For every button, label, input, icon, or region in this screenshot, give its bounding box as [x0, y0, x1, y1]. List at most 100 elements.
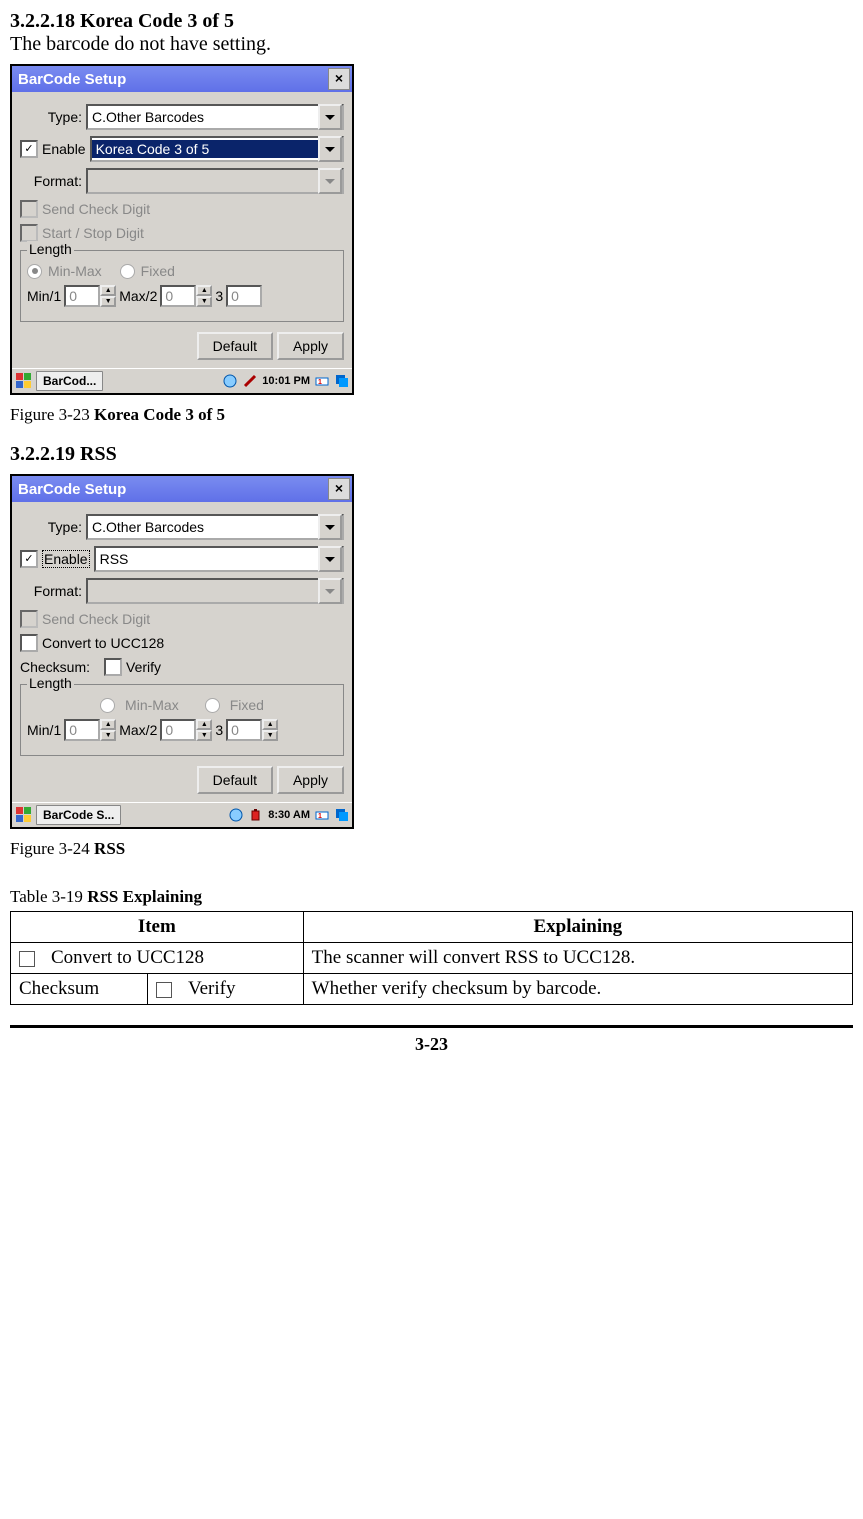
type-label: Type: [20, 109, 82, 125]
type-combo-2[interactable]: C.Other Barcodes [86, 514, 344, 540]
dropdown-icon[interactable] [318, 136, 342, 162]
minmax-radio [27, 264, 42, 279]
table-prefix: Table 3-19 [10, 887, 87, 906]
windows-icon[interactable] [334, 807, 350, 823]
min1-spin: 0▲▼ [64, 285, 116, 307]
clock-2: 8:30 AM [268, 809, 310, 821]
svg-text:1: 1 [318, 813, 322, 820]
row1-expl: The scanner will convert RSS to UCC128. [303, 943, 852, 974]
apply-button-2[interactable]: Apply [277, 766, 344, 794]
th-explaining: Explaining [303, 912, 852, 943]
section-heading-2: 3.2.2.19 RSS [10, 443, 853, 466]
network-icon[interactable] [222, 373, 238, 389]
taskbar-app-button-2[interactable]: BarCode S... [36, 805, 121, 825]
convert-ucc-checkbox[interactable] [20, 634, 38, 652]
figure-caption-1: Figure 3-23 Korea Code 3 of 5 [10, 405, 853, 425]
enable-value-2: RSS [96, 550, 318, 568]
svg-text:1: 1 [318, 379, 322, 386]
start-stop-label: Start / Stop Digit [42, 225, 144, 241]
dialog-body-1: Type: C.Other Barcodes ✓ Enable Korea Co… [12, 92, 352, 368]
max2-spin: 0▲▼ [160, 285, 212, 307]
clock-1: 10:01 PM [262, 375, 310, 387]
taskbar-app-button[interactable]: BarCod... [36, 371, 103, 391]
close-icon[interactable]: × [328, 68, 350, 90]
dropdown-icon [318, 578, 342, 604]
start-icon[interactable] [14, 371, 34, 391]
page-number: 3-23 [10, 1025, 853, 1055]
dropdown-icon[interactable] [318, 546, 342, 572]
minmax-label: Min-Max [48, 263, 102, 279]
taskbar-1: BarCod... 10:01 PM 1 [12, 368, 352, 393]
send-check-checkbox [20, 200, 38, 218]
row2-mid: Verify [148, 974, 304, 1005]
titlebar-text-2: BarCode Setup [18, 481, 126, 498]
type-value: C.Other Barcodes [88, 108, 318, 126]
apply-button[interactable]: Apply [277, 332, 344, 360]
enable-checkbox[interactable]: ✓ [20, 140, 38, 158]
send-check-checkbox-2 [20, 610, 38, 628]
format-label: Format: [20, 173, 82, 189]
min1-label-2: Min/1 [27, 722, 61, 738]
type-value-2: C.Other Barcodes [88, 518, 318, 536]
format-label-2: Format: [20, 583, 82, 599]
default-button[interactable]: Default [197, 332, 273, 360]
row1-item: Convert to UCC128 [11, 943, 304, 974]
tray-1: 10:01 PM 1 [222, 373, 350, 389]
send-check-label-2: Send Check Digit [42, 611, 150, 627]
table-bold: RSS Explaining [87, 887, 202, 906]
three-label: 3 [215, 288, 223, 304]
enable-combo-2[interactable]: RSS [94, 546, 344, 572]
row2-expl: Whether verify checksum by barcode. [303, 974, 852, 1005]
start-stop-checkbox [20, 224, 38, 242]
tool-icon[interactable] [242, 373, 258, 389]
dropdown-icon[interactable] [318, 514, 342, 540]
keyboard-icon[interactable]: 1 [314, 807, 330, 823]
table-caption: Table 3-19 RSS Explaining [10, 887, 853, 907]
fixed-radio [120, 264, 135, 279]
three-spin: 0 [226, 285, 262, 307]
fixed-label-2: Fixed [230, 697, 264, 713]
dialog-rss: BarCode Setup × Type: C.Other Barcodes ✓… [10, 474, 354, 829]
min1-label: Min/1 [27, 288, 61, 304]
checkbox-icon [156, 982, 172, 998]
tray-2: 8:30 AM 1 [228, 807, 350, 823]
send-check-label: Send Check Digit [42, 201, 150, 217]
format-value-2 [88, 590, 318, 592]
default-button-2[interactable]: Default [197, 766, 273, 794]
windows-icon[interactable] [334, 373, 350, 389]
length-legend-2: Length [27, 675, 74, 691]
network-icon[interactable] [228, 807, 244, 823]
type-combo[interactable]: C.Other Barcodes [86, 104, 344, 130]
figure-caption-2: Figure 3-24 RSS [10, 839, 853, 859]
verify-checkbox[interactable] [104, 658, 122, 676]
length-legend: Length [27, 241, 74, 257]
fixed-radio-2 [205, 698, 220, 713]
min1-spin-2: 0▲▼ [64, 719, 116, 741]
verify-label: Verify [126, 659, 161, 675]
three-spin-2: 0▲▼ [226, 719, 278, 741]
th-item: Item [11, 912, 304, 943]
close-icon[interactable]: × [328, 478, 350, 500]
dropdown-icon[interactable] [318, 104, 342, 130]
fig-prefix-1: Figure 3-23 [10, 405, 94, 424]
convert-ucc-label: Convert to UCC128 [42, 635, 164, 651]
enable-check-wrap: ✓ Enable [20, 140, 86, 158]
length-fieldset-2: Length Min-Max Fixed Min/1 0▲▼ Max/2 0▲▼… [20, 684, 344, 756]
section-heading-1: 3.2.2.18 Korea Code 3 of 5 [10, 10, 853, 33]
keyboard-icon[interactable]: 1 [314, 373, 330, 389]
max2-label-2: Max/2 [119, 722, 157, 738]
three-label-2: 3 [215, 722, 223, 738]
checkbox-icon [19, 951, 35, 967]
enable-combo[interactable]: Korea Code 3 of 5 [90, 136, 344, 162]
enable-checkbox-2[interactable]: ✓ [20, 550, 38, 568]
battery-icon[interactable] [248, 807, 264, 823]
rss-explaining-table: Item Explaining Convert to UCC128 The sc… [10, 911, 853, 1005]
start-icon[interactable] [14, 805, 34, 825]
fig-bold-2: RSS [94, 839, 125, 858]
titlebar-2: BarCode Setup × [12, 476, 352, 502]
enable-label-2: Enable [42, 550, 90, 568]
section-body-1: The barcode do not have setting. [10, 33, 853, 56]
enable-check-wrap-2: ✓ Enable [20, 550, 90, 568]
taskbar-2: BarCode S... 8:30 AM 1 [12, 802, 352, 827]
dialog-body-2: Type: C.Other Barcodes ✓ Enable RSS Form… [12, 502, 352, 802]
